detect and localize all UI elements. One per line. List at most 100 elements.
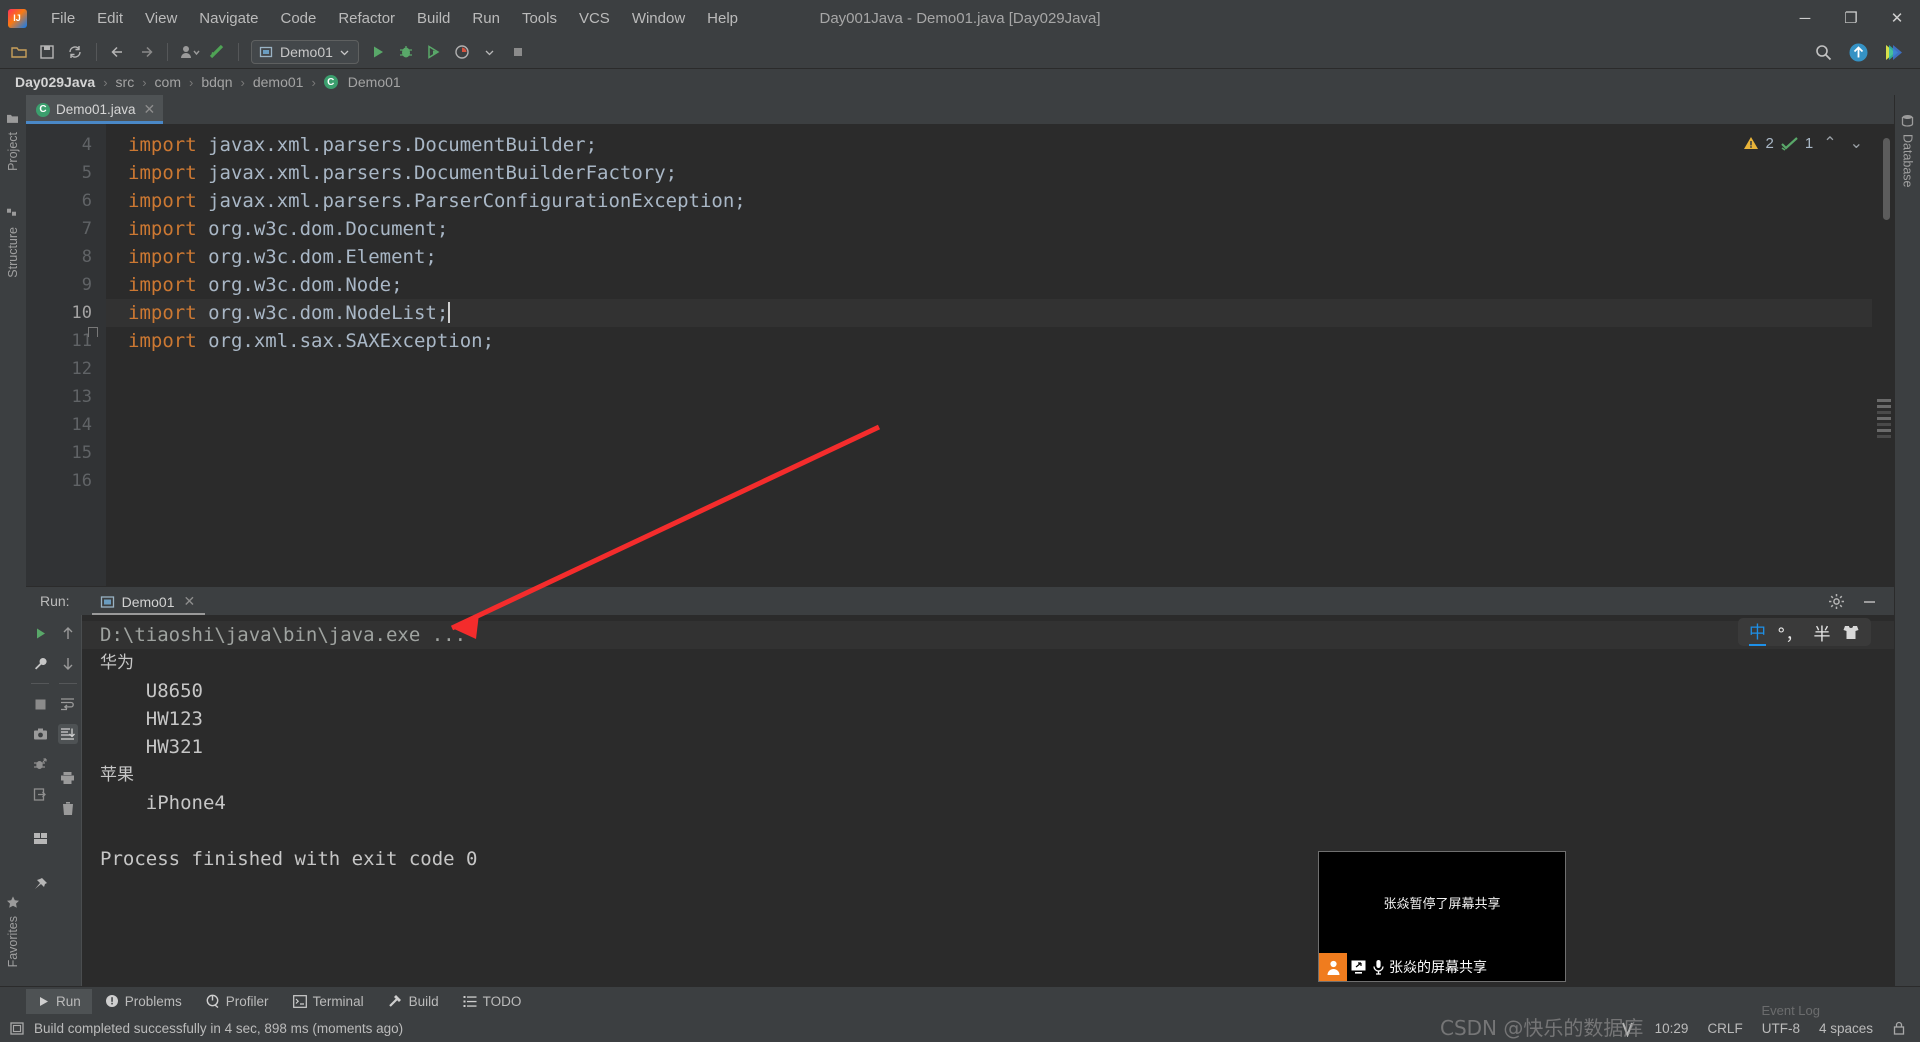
close-button[interactable]: ✕ [1874,0,1920,36]
breadcrumb-item-src[interactable]: src [113,73,138,91]
menu-refactor[interactable]: Refactor [327,6,406,31]
editor-error-stripe[interactable] [1877,399,1891,441]
code-line: import javax.xml.parsers.ParserConfigura… [106,187,1894,215]
ime-width-indicator[interactable]: 半 [1814,620,1831,645]
sidebar-item-favorites[interactable]: Favorites [2,886,24,976]
run-configuration-selector[interactable]: Demo01 [251,40,359,64]
stop-square-icon[interactable] [30,694,50,714]
edit-configuration-wrench-icon[interactable] [30,653,50,673]
code-line: import org.w3c.dom.Document; [106,215,1894,243]
menu-tools[interactable]: Tools [511,6,568,31]
breadcrumb-item-com[interactable]: com [152,73,184,91]
status-indent[interactable]: 4 spaces [1819,1021,1873,1036]
read-only-lock-icon[interactable] [1892,1021,1906,1036]
menu-code[interactable]: Code [269,6,327,31]
menu-edit[interactable]: Edit [86,6,134,31]
close-icon[interactable]: ✕ [144,101,156,118]
minimize-window-icon[interactable] [1861,593,1878,610]
run-window-actions [1828,593,1894,610]
screen-share-icon[interactable] [1351,960,1368,975]
scroll-to-end-icon[interactable] [57,724,78,744]
menu-vcs[interactable]: VCS [568,6,621,31]
breadcrumb-item-demo01[interactable]: demo01 [250,73,307,91]
sidebar-item-structure[interactable]: Structure [2,198,24,287]
editor-scrollbar-track[interactable] [1872,124,1894,586]
ime-mode-indicator[interactable]: 中 [1749,618,1766,646]
rerun-play-icon[interactable] [30,623,50,643]
navigate-back-icon[interactable] [105,39,131,65]
line-number: 13 [71,387,92,407]
thread-dump-icon[interactable] [30,754,50,774]
print-icon[interactable] [58,768,78,788]
navigate-forward-icon[interactable] [133,39,159,65]
menu-window[interactable]: Window [621,6,696,31]
run-tab-demo01[interactable]: Demo01 ✕ [91,589,206,616]
ime-skin-icon[interactable] [1842,624,1860,641]
code-line: import javax.xml.parsers.DocumentBuilder… [106,159,1894,187]
code-fold-marker-icon[interactable] [88,327,98,337]
trash-icon[interactable] [58,798,78,818]
save-all-icon[interactable] [34,39,60,65]
tab-terminal-label: Terminal [312,993,364,1009]
settings-gear-icon[interactable] [1828,593,1845,610]
tab-problems[interactable]: Problems [94,989,193,1014]
code-content[interactable]: import javax.xml.parsers.DocumentBuilder… [106,124,1894,586]
menu-view[interactable]: View [134,6,188,31]
pin-icon[interactable] [30,874,50,894]
tab-terminal[interactable]: Terminal [282,989,375,1014]
profile-button[interactable] [449,39,475,65]
debug-button[interactable] [393,39,419,65]
status-line-separator[interactable]: CRLF [1707,1021,1742,1036]
open-folder-icon[interactable] [6,39,32,65]
run-button[interactable] [365,39,391,65]
scroll-up-icon[interactable] [58,623,78,643]
layout-icon[interactable] [30,828,50,848]
sidebar-item-database[interactable]: Database [1897,105,1919,197]
status-time[interactable]: 10:29 [1655,1021,1689,1036]
soft-wrap-icon[interactable] [58,694,78,714]
breadcrumb-item-class[interactable]: Demo01 [345,73,404,91]
search-everywhere-icon[interactable] [1810,39,1836,65]
camera-snapshot-icon[interactable] [30,724,50,744]
tab-todo[interactable]: TODO [452,989,533,1014]
event-log-label[interactable]: Event Log [1761,1003,1820,1018]
microphone-icon[interactable] [1372,959,1385,975]
menu-run[interactable]: Run [461,6,511,31]
ide-feature-icon[interactable] [1880,39,1906,65]
minimize-button[interactable]: ─ [1782,0,1828,36]
chevron-down-icon[interactable]: ⌄ [1847,133,1866,153]
profile-dropdown-icon[interactable] [477,39,503,65]
console-output[interactable]: D:\tiaoshi\java\bin\java.exe ... 华为 U865… [82,615,1894,986]
menu-build[interactable]: Build [406,6,461,31]
menu-file[interactable]: File [40,6,86,31]
ime-punctuation-indicator[interactable]: °， [1777,620,1803,645]
status-encoding[interactable]: UTF-8 [1762,1021,1800,1036]
sync-icon[interactable] [62,39,88,65]
tab-profiler[interactable]: Profiler [195,989,280,1014]
stop-button[interactable] [505,39,531,65]
maximize-button[interactable]: ❐ [1828,0,1874,36]
line-number: 4 [81,135,92,155]
ime-floating-bar[interactable]: 中 °， 半 [1738,618,1871,646]
menu-navigate[interactable]: Navigate [188,6,269,31]
editor-scrollbar-thumb[interactable] [1883,138,1890,220]
export-icon[interactable] [30,784,50,804]
update-icon[interactable] [1845,39,1871,65]
inspection-widget[interactable]: 2 1 ⌃ ⌄ [1743,133,1867,153]
run-with-coverage-button[interactable] [421,39,447,65]
commit-icon[interactable] [204,39,230,65]
screen-share-overlay[interactable]: 张焱暂停了屏幕共享 张焱的屏幕共享 [1318,851,1566,982]
tab-run[interactable]: Run [26,988,92,1014]
person-avatar-icon [1319,953,1347,981]
tab-build[interactable]: Build [377,989,450,1014]
chevron-up-icon[interactable]: ⌃ [1820,133,1839,153]
close-icon[interactable]: ✕ [184,593,196,610]
breadcrumb-item-bdqn[interactable]: bdqn [198,73,235,91]
menu-help[interactable]: Help [696,6,749,31]
status-message-icon[interactable] [10,1021,25,1036]
breadcrumb-item-project[interactable]: Day029Java [12,73,98,91]
update-project-icon[interactable] [176,39,202,65]
scroll-down-icon[interactable] [58,653,78,673]
sidebar-item-project[interactable]: Project [2,103,24,180]
editor-tab-demo01[interactable]: Demo01.java ✕ [26,95,164,124]
